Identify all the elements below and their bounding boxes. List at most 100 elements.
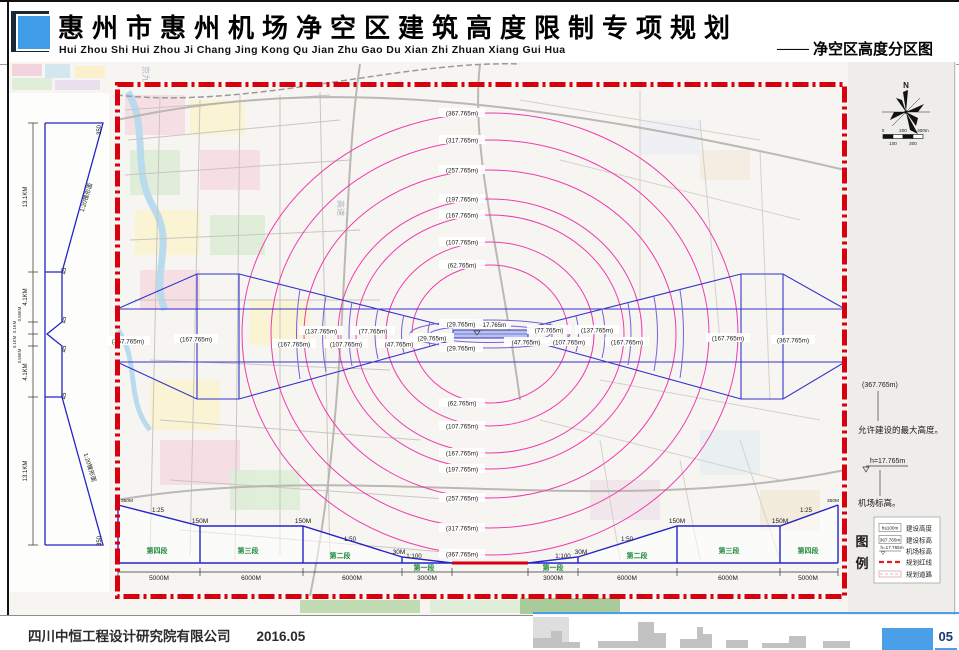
profile-distance: 3000M <box>417 575 437 582</box>
legend-symbol-text: 367.765m <box>880 538 901 543</box>
runway <box>453 330 528 338</box>
svg-text:允许建设的最大高度。: 允许建设的最大高度。 <box>858 425 943 435</box>
centerline-label: (167.765m) <box>278 341 310 348</box>
page-number-block <box>882 628 933 650</box>
scalebar-tick: 0 <box>882 128 885 133</box>
svg-text:h=17.765m: h=17.765m <box>870 458 905 465</box>
svg-text:机场标高。: 机场标高。 <box>858 498 901 508</box>
ring-label-bottom: (62.765m) <box>448 400 477 407</box>
centerline-label: (29.765m) <box>418 335 447 342</box>
lateral-distance: 4.1KM <box>23 363 29 380</box>
scalebar-tick: 300 <box>909 141 917 146</box>
lateral-distance: 0.55KM <box>17 348 22 363</box>
ring-label-bottom: (107.765m) <box>446 423 478 430</box>
ring-label-bottom: (197.765m) <box>446 466 478 473</box>
bottom-separator-blue <box>533 612 959 614</box>
title-bar: 惠州市惠州机场净空区建筑高度限制专项规划 Hui Zhou Shi Hui Zh… <box>0 2 959 62</box>
lateral-height: 350 <box>97 535 103 546</box>
profile-height: 30M <box>575 549 588 556</box>
page-border-left <box>7 0 9 615</box>
centerline-label: (167.765m) <box>180 336 212 343</box>
profile-height: 150M <box>295 518 311 525</box>
ring-label-top: (197.765m) <box>446 196 478 203</box>
profile-height: 30M <box>393 549 406 556</box>
profile-segment: 第一段 <box>414 563 435 572</box>
profile-slope: 1:50 <box>344 536 357 543</box>
sheet-date: 2016.05 <box>257 629 306 644</box>
profile-segment: 第四段 <box>798 546 819 555</box>
legend-label: 规划道路 <box>906 570 933 579</box>
company-credit: 四川中恒工程设计研究院有限公司 2016.05 <box>28 625 305 645</box>
ring-label-bottom: (317.765m) <box>446 525 478 532</box>
lateral-distance: 0.55KM <box>17 306 22 321</box>
profile-segment: 第二段 <box>330 551 351 560</box>
basemap-text-highway: 高速 <box>336 200 346 216</box>
centerline-label: (47.765m) <box>512 339 541 346</box>
profile-height: 150M <box>772 518 788 525</box>
svg-text:(367.765m): (367.765m) <box>862 382 898 389</box>
ring-label-top: (62.765m) <box>448 262 477 269</box>
ring-label-bottom: (257.765m) <box>446 495 478 502</box>
centerline-label: (137.765m) <box>581 327 613 334</box>
scalebar-tick: 100 <box>889 141 897 146</box>
centerline-label: (167.765m) <box>712 335 744 342</box>
lateral-height: 350 <box>97 124 103 135</box>
page-border-top <box>0 0 959 2</box>
lateral-distance: 13.1KM <box>23 187 29 208</box>
drawing-area: 京九 高速 3504545454535013.1KM4.1KM0.55KM0.1… <box>0 62 959 615</box>
legend-symbol-text: h=17.765m <box>880 545 903 550</box>
profile-distance: 6000M <box>617 575 637 582</box>
centerline-label: (47.765m) <box>385 341 414 348</box>
profile-segment: 第一段 <box>543 563 564 572</box>
profile-height: 150M <box>669 518 685 525</box>
ring-label-top: (167.765m) <box>446 212 478 219</box>
centerline-label: (107.765m) <box>330 341 362 348</box>
basemap-text-railway: 京九 <box>141 66 151 82</box>
profile-distance: 6000M <box>241 575 261 582</box>
ring-label-top: (257.765m) <box>446 167 478 174</box>
profile-slope: 1:50 <box>621 536 634 543</box>
lateral-height: 45 <box>62 392 68 399</box>
legend-symbol-text: h≤100m <box>882 526 899 531</box>
profile-corner-height: 350M <box>121 498 133 504</box>
lateral-height: 45 <box>62 316 68 323</box>
profile-distance: 6000M <box>342 575 362 582</box>
centerline-label: (29.765m) <box>447 345 476 352</box>
profile-segment: 第二段 <box>627 551 648 560</box>
profile-segment: 第四段 <box>147 546 168 555</box>
lateral-distance: 0.1KM <box>12 335 17 348</box>
profile-segment: 第三段 <box>719 546 740 555</box>
lateral-height: 45 <box>62 267 68 274</box>
ring-label-bottom: (367.765m) <box>446 551 478 558</box>
page-title-pinyin: Hui Zhou Shi Hui Zhou Ji Chang Jing Kong… <box>59 44 566 56</box>
scalebar-tick: 200 <box>899 128 907 133</box>
svg-text:N: N <box>903 81 909 90</box>
centerline-label: (107.765m) <box>553 339 585 346</box>
centerline-label: (77.765m) <box>359 328 388 335</box>
profile-distance: 3000M <box>543 575 563 582</box>
lateral-height: 45 <box>62 345 68 352</box>
legend-title: 例 <box>855 556 868 571</box>
company-name: 四川中恒工程设计研究院有限公司 <box>28 629 231 644</box>
page-number: 05 <box>939 629 953 644</box>
legend-label: 建设高度 <box>906 524 933 533</box>
profile-corner-height: 350M <box>827 498 839 504</box>
centerline-label: (367.765m) <box>777 337 809 344</box>
legend-label: 建设标高 <box>906 536 933 545</box>
centerline-label: (77.765m) <box>535 327 564 334</box>
left-profile-panel: 3504545454535013.1KM4.1KM0.55KM0.1KM0.1K… <box>9 93 109 592</box>
ring-label-top: (107.765m) <box>446 239 478 246</box>
lateral-distance: 4.1KM <box>23 288 29 305</box>
ring-label-top: (317.765m) <box>446 137 478 144</box>
lateral-distance: 13.1KM <box>23 461 29 482</box>
ring-label-top: (367.765m) <box>446 110 478 117</box>
profile-slope: 1:25 <box>800 507 813 514</box>
legend-label: 机场标高 <box>906 547 933 556</box>
page-title: 惠州市惠州机场净空区建筑高度限制专项规划 <box>58 8 738 45</box>
bottom-bar: 四川中恒工程设计研究院有限公司 2016.05 05 <box>0 615 959 650</box>
plan-sheet: 惠州市惠州机场净空区建筑高度限制专项规划 Hui Zhou Shi Hui Zh… <box>0 0 959 650</box>
profile-distance: 6000M <box>718 575 738 582</box>
profile-slope: 1:100 <box>555 553 571 560</box>
profile-distance: 5000M <box>798 575 818 582</box>
profile-segment: 第三段 <box>238 546 259 555</box>
